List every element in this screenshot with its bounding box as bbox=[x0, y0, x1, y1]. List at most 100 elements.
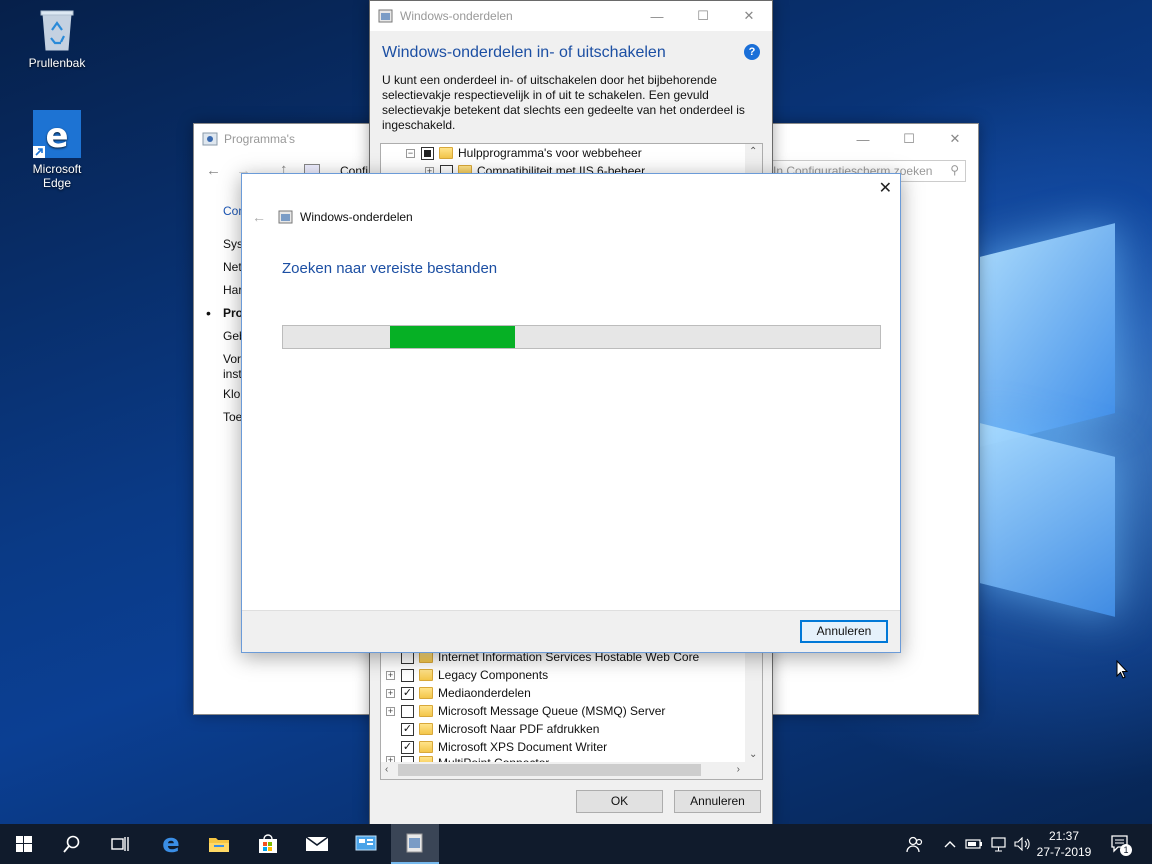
horizontal-scrollbar[interactable]: ‹ › bbox=[381, 762, 762, 779]
folder-icon bbox=[419, 669, 433, 681]
sidebar-link-accessibility[interactable]: Toe bbox=[223, 410, 242, 424]
cancel-button[interactable]: Annuleren bbox=[800, 620, 888, 643]
edge-icon: e bbox=[33, 110, 81, 158]
progress-dialog[interactable]: ✕ ← Windows-onderdelen Zoeken naar verei… bbox=[241, 173, 901, 653]
mail-icon bbox=[305, 836, 329, 851]
svg-text:e: e bbox=[45, 116, 68, 156]
show-hidden-icons-chevron-up-icon[interactable] bbox=[940, 824, 960, 864]
taskbar: e 21:37 27-7-2019 1 bbox=[0, 824, 1152, 864]
folder-icon bbox=[419, 705, 433, 717]
tree-checkbox[interactable] bbox=[421, 146, 434, 160]
tree-checkbox[interactable]: ✓ bbox=[401, 740, 414, 754]
action-center-button[interactable]: 1 bbox=[1106, 824, 1136, 864]
folder-icon bbox=[419, 723, 433, 735]
features-description: U kunt een onderdeel in- of uitschakelen… bbox=[382, 73, 745, 132]
expand-icon[interactable]: + bbox=[386, 688, 395, 698]
volume-icon[interactable] bbox=[1012, 824, 1034, 864]
features-app-icon bbox=[406, 833, 423, 853]
current-item-bullet: • bbox=[206, 305, 211, 321]
close-icon[interactable]: ✕ bbox=[879, 178, 892, 198]
sidebar-link-appearance-2[interactable]: inst bbox=[223, 367, 242, 381]
edge-shortcut[interactable]: e Microsoft Edge bbox=[17, 110, 97, 190]
file-explorer-button[interactable] bbox=[195, 824, 243, 864]
minimize-button[interactable]: — bbox=[634, 1, 680, 31]
tree-row[interactable]: − Hulpprogramma's voor webbeheer bbox=[406, 144, 642, 162]
mouse-cursor bbox=[1116, 659, 1129, 683]
scroll-left-icon[interactable]: ‹ bbox=[385, 764, 388, 775]
sidebar-link-appearance[interactable]: Vor bbox=[223, 352, 241, 366]
network-icon[interactable] bbox=[987, 824, 1011, 864]
search-icon bbox=[63, 835, 80, 853]
tree-row[interactable]: + ✓ Mediaonderdelen bbox=[386, 684, 531, 702]
back-arrow-icon[interactable]: ← bbox=[252, 209, 266, 225]
folder-icon bbox=[419, 687, 433, 699]
tree-row[interactable]: ✓ Microsoft Naar PDF afdrukken bbox=[386, 720, 599, 738]
tree-label: Hulpprogramma's voor webbeheer bbox=[458, 146, 642, 160]
battery-icon[interactable] bbox=[963, 824, 985, 864]
folder-icon bbox=[439, 147, 453, 159]
sidebar-link-programs[interactable]: Pro bbox=[223, 306, 243, 320]
recycle-bin-icon bbox=[37, 8, 77, 52]
tree-row[interactable]: + Microsoft Message Queue (MSMQ) Server bbox=[386, 702, 665, 720]
tree-checkbox[interactable]: ✓ bbox=[401, 722, 414, 736]
maximize-button[interactable]: ☐ bbox=[886, 124, 932, 154]
edge-icon: e bbox=[162, 829, 180, 859]
store-icon bbox=[259, 834, 277, 853]
minimize-button[interactable]: — bbox=[840, 124, 886, 154]
expand-icon[interactable]: + bbox=[386, 670, 395, 680]
tree-row[interactable]: ✓ Microsoft XPS Document Writer bbox=[386, 738, 607, 756]
store-button[interactable] bbox=[244, 824, 292, 864]
windows-features-taskbar-button[interactable] bbox=[391, 824, 439, 864]
edge-taskbar-button[interactable]: e bbox=[147, 824, 195, 864]
sidebar-link-clock[interactable]: Klo bbox=[223, 387, 240, 401]
tree-row[interactable]: + Legacy Components bbox=[386, 666, 548, 684]
cancel-button[interactable]: Annuleren bbox=[674, 790, 761, 813]
tree-checkbox[interactable] bbox=[401, 704, 414, 718]
back-arrow-icon[interactable]: ← bbox=[206, 162, 221, 179]
scroll-up-icon[interactable]: ⌃ bbox=[749, 146, 757, 157]
tree-checkbox[interactable]: ✓ bbox=[401, 686, 414, 700]
help-icon[interactable]: ? bbox=[744, 44, 760, 60]
people-icon[interactable] bbox=[901, 824, 929, 864]
features-app-icon bbox=[378, 8, 394, 24]
start-button[interactable] bbox=[0, 824, 48, 864]
search-button[interactable] bbox=[48, 824, 96, 864]
close-button[interactable]: ✕ bbox=[932, 124, 978, 154]
scroll-thumb[interactable] bbox=[398, 764, 701, 776]
features-app-icon bbox=[278, 209, 294, 225]
search-icon: ⚲ bbox=[950, 163, 959, 177]
close-button[interactable]: ✕ bbox=[726, 1, 772, 31]
recycle-bin-shortcut[interactable]: Prullenbak bbox=[17, 8, 97, 70]
notification-badge: 1 bbox=[1120, 844, 1132, 856]
collapse-icon[interactable]: − bbox=[406, 148, 415, 158]
control-panel-taskbar-button[interactable] bbox=[342, 824, 390, 864]
scroll-down-icon[interactable]: ⌄ bbox=[749, 749, 757, 760]
task-view-icon bbox=[111, 837, 129, 851]
dialog-breadcrumb: Windows-onderdelen bbox=[278, 209, 413, 225]
features-titlebar[interactable]: Windows-onderdelen — ☐ ✕ bbox=[370, 1, 772, 31]
control-panel-icon bbox=[202, 131, 218, 147]
features-heading: Windows-onderdelen in- of uitschakelen bbox=[382, 44, 666, 61]
scroll-right-icon[interactable]: › bbox=[737, 764, 740, 775]
maximize-button[interactable]: ☐ bbox=[680, 1, 726, 31]
ok-button[interactable]: OK bbox=[576, 790, 663, 813]
sidebar-link-network[interactable]: Net bbox=[223, 260, 242, 274]
system-clock[interactable]: 21:37 27-7-2019 bbox=[1034, 828, 1094, 860]
tree-label: Microsoft Naar PDF afdrukken bbox=[438, 722, 600, 736]
task-view-button[interactable] bbox=[96, 824, 144, 864]
progress-bar bbox=[282, 325, 881, 349]
control-panel-icon bbox=[355, 835, 377, 851]
dialog-footer: Annuleren bbox=[242, 610, 900, 652]
features-title: Windows-onderdelen bbox=[400, 9, 513, 23]
expand-icon[interactable]: + bbox=[386, 706, 395, 716]
dialog-heading: Zoeken naar vereiste bestanden bbox=[282, 260, 498, 277]
recycle-bin-label: Prullenbak bbox=[28, 56, 86, 70]
tree-checkbox[interactable] bbox=[401, 668, 414, 682]
sidebar-link-hardware[interactable]: Har bbox=[223, 283, 242, 297]
folder-icon bbox=[209, 838, 229, 852]
mail-button[interactable] bbox=[293, 824, 341, 864]
tree-label: Mediaonderdelen bbox=[438, 686, 531, 700]
